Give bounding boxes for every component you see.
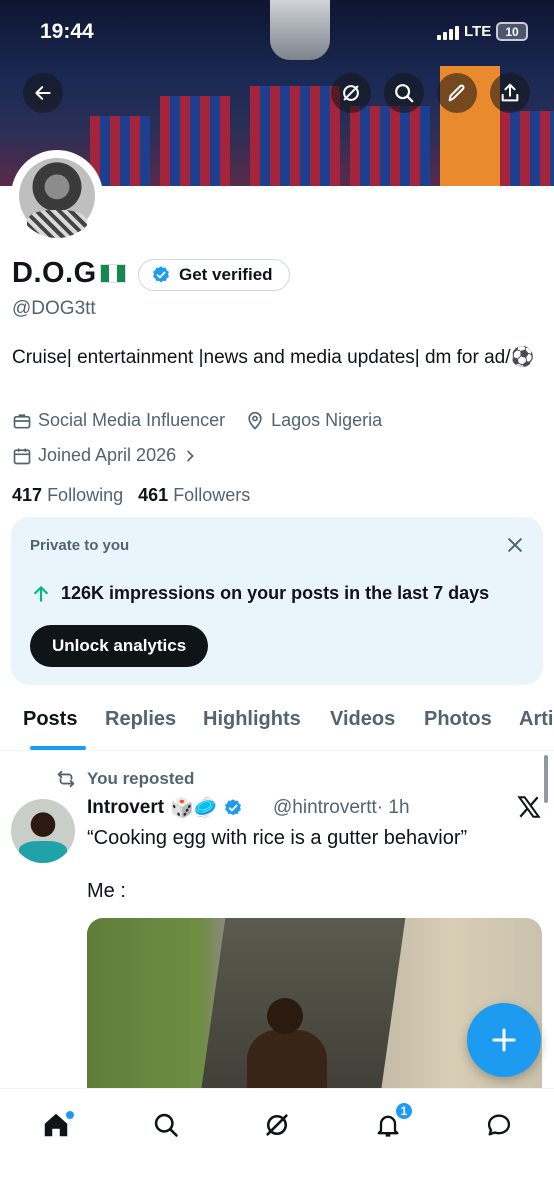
briefcase-icon — [13, 413, 31, 428]
share-button[interactable] — [490, 73, 530, 113]
grok-icon — [343, 85, 359, 101]
grok-button[interactable] — [331, 73, 371, 113]
pencil-icon — [448, 84, 465, 102]
post-text: “Cooking egg with rice is a gutter behav… — [87, 827, 468, 849]
tab-photos[interactable]: Photos — [424, 708, 492, 731]
post-author-avatar[interactable] — [11, 799, 75, 863]
battery-icon: 10 — [496, 22, 528, 41]
repost-indicator: You reposted — [55, 768, 194, 790]
post-author-handle[interactable]: @hintrovertt· 1h — [273, 797, 410, 819]
unlock-analytics-button[interactable]: Unlock analytics — [30, 625, 209, 667]
nav-messages[interactable] — [481, 1107, 517, 1143]
display-name: D.O.G — [12, 257, 126, 290]
private-label: Private to you — [30, 537, 130, 554]
nav-grok[interactable] — [259, 1107, 295, 1143]
joined-date[interactable]: Joined April 2026 — [12, 445, 198, 466]
search-icon — [154, 1113, 178, 1137]
x-logo-icon — [516, 794, 542, 827]
profile-bio: Cruise| entertainment |news and media up… — [12, 347, 535, 368]
following-link[interactable]: 417 Following — [12, 485, 123, 505]
post-image[interactable] — [87, 918, 542, 1108]
bottom-navigation: 1 — [0, 1088, 554, 1200]
search-icon — [395, 84, 414, 103]
grok-icon — [266, 1114, 288, 1136]
profile-handle: @DOG3tt — [12, 298, 96, 319]
follow-stats: 417 Following 461 Followers — [12, 485, 250, 506]
arrow-up-icon — [34, 585, 48, 602]
compose-post-button[interactable] — [467, 1003, 541, 1077]
profile-meta-row: Social Media Influencer Lagos Nigeria — [12, 410, 382, 431]
tab-articles[interactable]: Arti — [519, 708, 553, 731]
nav-home[interactable] — [38, 1107, 74, 1143]
search-button[interactable] — [384, 73, 424, 113]
active-tab-indicator — [30, 746, 86, 750]
status-bar: 19:44 LTE 10 — [0, 18, 554, 48]
edit-button[interactable] — [437, 73, 477, 113]
arrow-left-icon — [35, 86, 51, 100]
network-label: LTE — [464, 23, 492, 40]
status-time: 19:44 — [40, 20, 94, 43]
analytics-card: Private to you 126K impressions on your … — [11, 517, 543, 685]
close-icon — [508, 538, 522, 552]
profile-tabs: Posts Replies Highlights Videos Photos A… — [0, 690, 554, 751]
impressions-summary: 126K impressions on your posts in the la… — [31, 583, 489, 604]
profile-location: Lagos Nigeria — [271, 410, 383, 430]
followers-link[interactable]: 461 Followers — [138, 485, 250, 505]
nigeria-flag-icon — [99, 264, 126, 283]
nav-notifications[interactable]: 1 — [370, 1101, 414, 1143]
get-verified-button[interactable]: Get verified — [138, 259, 290, 291]
location-pin-icon — [248, 411, 262, 430]
chat-bubble-icon — [487, 1114, 511, 1136]
calendar-icon — [13, 448, 31, 464]
close-card-button[interactable] — [505, 535, 525, 560]
signal-icon — [437, 26, 459, 40]
back-button[interactable] — [23, 73, 63, 113]
post-author-name[interactable]: Introvert 🎲🥏 — [87, 796, 243, 820]
chevron-right-icon — [187, 450, 194, 461]
profile-avatar[interactable] — [11, 150, 103, 242]
repost-icon — [57, 770, 75, 788]
post-text-line2: Me : — [87, 880, 126, 902]
notifications-badge: 1 — [394, 1101, 414, 1121]
tab-replies[interactable]: Replies — [105, 708, 176, 731]
share-icon — [501, 83, 519, 102]
verified-badge-icon — [153, 266, 169, 283]
tab-posts[interactable]: Posts — [23, 708, 77, 731]
profile-category: Social Media Influencer — [38, 410, 226, 430]
verified-badge-icon — [225, 799, 242, 816]
home-unread-dot — [66, 1111, 74, 1119]
plus-icon — [492, 1028, 516, 1052]
author-emojis: 🎲🥏 — [170, 798, 218, 819]
scrollbar[interactable] — [544, 755, 548, 803]
nav-search[interactable] — [148, 1107, 184, 1143]
tab-highlights[interactable]: Highlights — [203, 708, 301, 731]
tab-videos[interactable]: Videos — [330, 708, 395, 731]
